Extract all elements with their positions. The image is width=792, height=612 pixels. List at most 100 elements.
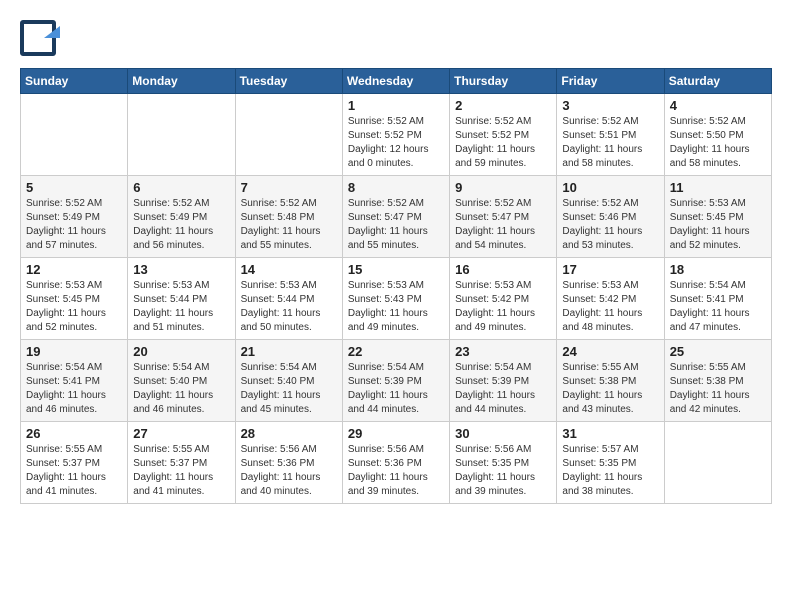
- day-details: Sunrise: 5:52 AMSunset: 5:47 PMDaylight:…: [348, 197, 444, 253]
- calendar-cell: 29 Sunrise: 5:56 AMSunset: 5:36 PMDayligh…: [342, 422, 449, 504]
- calendar-cell: 30Sunrise: 5:56 AMSunset: 5:35 PMDayligh…: [450, 422, 557, 504]
- calendar-cell: [21, 94, 128, 176]
- day-number: 31: [562, 426, 658, 441]
- calendar-cell: 8 Sunrise: 5:52 AMSunset: 5:47 PMDaylight…: [342, 176, 449, 258]
- calendar-week-4: 26Sunrise: 5:55 AMSunset: 5:37 PMDayligh…: [21, 422, 772, 504]
- header-monday: Monday: [128, 69, 235, 94]
- calendar-week-1: 5 Sunrise: 5:52 AMSunset: 5:49 PMDaylight…: [21, 176, 772, 258]
- day-details: Sunrise: 5:54 AMSunset: 5:41 PMDaylight:…: [670, 279, 766, 335]
- day-number: 23: [455, 344, 551, 359]
- header-friday: Friday: [557, 69, 664, 94]
- calendar-cell: 12 Sunrise: 5:53 AMSunset: 5:45 PMDayligh…: [21, 258, 128, 340]
- calendar-cell: 11 Sunrise: 5:53 AMSunset: 5:45 PMDayligh…: [664, 176, 771, 258]
- day-details: Sunrise: 5:53 AMSunset: 5:43 PMDaylight:…: [348, 279, 444, 335]
- calendar-cell: 20 Sunrise: 5:54 AMSunset: 5:40 PMDayligh…: [128, 340, 235, 422]
- day-number: 21: [241, 344, 337, 359]
- day-number: 6: [133, 180, 229, 195]
- calendar-cell: 13 Sunrise: 5:53 AMSunset: 5:44 PMDayligh…: [128, 258, 235, 340]
- calendar-cell: [664, 422, 771, 504]
- day-number: 13: [133, 262, 229, 277]
- day-details: Sunrise: 5:52 AMSunset: 5:52 PMDaylight:…: [348, 115, 444, 171]
- calendar-cell: 7 Sunrise: 5:52 AMSunset: 5:48 PMDaylight…: [235, 176, 342, 258]
- calendar-cell: 18Sunrise: 5:54 AMSunset: 5:41 PMDayligh…: [664, 258, 771, 340]
- day-details: Sunrise: 5:53 AMSunset: 5:45 PMDaylight:…: [26, 279, 122, 335]
- day-details: Sunrise: 5:53 AMSunset: 5:42 PMDaylight:…: [562, 279, 658, 335]
- day-number: 14: [241, 262, 337, 277]
- header-sunday: Sunday: [21, 69, 128, 94]
- day-details: Sunrise: 5:55 AMSunset: 5:38 PMDaylight:…: [562, 361, 658, 417]
- day-number: 4: [670, 98, 766, 113]
- calendar-cell: 10 Sunrise: 5:52 AMSunset: 5:46 PMDayligh…: [557, 176, 664, 258]
- day-number: 12: [26, 262, 122, 277]
- calendar-cell: 15 Sunrise: 5:53 AMSunset: 5:43 PMDayligh…: [342, 258, 449, 340]
- day-details: Sunrise: 5:54 AMSunset: 5:41 PMDaylight:…: [26, 361, 122, 417]
- header-tuesday: Tuesday: [235, 69, 342, 94]
- day-number: 2: [455, 98, 551, 113]
- day-number: 19: [26, 344, 122, 359]
- day-details: Sunrise: 5:52 AMSunset: 5:49 PMDaylight:…: [26, 197, 122, 253]
- calendar-cell: [235, 94, 342, 176]
- day-details: Sunrise: 5:53 AMSunset: 5:44 PMDaylight:…: [241, 279, 337, 335]
- day-details: Sunrise: 5:55 AMSunset: 5:37 PMDaylight:…: [133, 443, 229, 499]
- calendar-week-3: 19 Sunrise: 5:54 AMSunset: 5:41 PMDayligh…: [21, 340, 772, 422]
- calendar-cell: 27 Sunrise: 5:55 AMSunset: 5:37 PMDayligh…: [128, 422, 235, 504]
- calendar-cell: [128, 94, 235, 176]
- day-number: 25: [670, 344, 766, 359]
- day-number: 3: [562, 98, 658, 113]
- day-details: Sunrise: 5:54 AMSunset: 5:39 PMDaylight:…: [348, 361, 444, 417]
- calendar-cell: 22 Sunrise: 5:54 AMSunset: 5:39 PMDayligh…: [342, 340, 449, 422]
- day-number: 5: [26, 180, 122, 195]
- day-details: Sunrise: 5:52 AMSunset: 5:46 PMDaylight:…: [562, 197, 658, 253]
- calendar-cell: 1 Sunrise: 5:52 AMSunset: 5:52 PMDaylight…: [342, 94, 449, 176]
- calendar-cell: 2Sunrise: 5:52 AMSunset: 5:52 PMDaylight…: [450, 94, 557, 176]
- day-details: Sunrise: 5:56 AMSunset: 5:36 PMDaylight:…: [241, 443, 337, 499]
- day-number: 16: [455, 262, 551, 277]
- header-saturday: Saturday: [664, 69, 771, 94]
- day-details: Sunrise: 5:52 AMSunset: 5:49 PMDaylight:…: [133, 197, 229, 253]
- day-number: 11: [670, 180, 766, 195]
- day-details: Sunrise: 5:55 AMSunset: 5:37 PMDaylight:…: [26, 443, 122, 499]
- day-details: Sunrise: 5:52 AMSunset: 5:50 PMDaylight:…: [670, 115, 766, 171]
- calendar-cell: 6 Sunrise: 5:52 AMSunset: 5:49 PMDaylight…: [128, 176, 235, 258]
- day-details: Sunrise: 5:52 AMSunset: 5:51 PMDaylight:…: [562, 115, 658, 171]
- calendar-cell: 5 Sunrise: 5:52 AMSunset: 5:49 PMDaylight…: [21, 176, 128, 258]
- calendar-cell: 26Sunrise: 5:55 AMSunset: 5:37 PMDayligh…: [21, 422, 128, 504]
- day-details: Sunrise: 5:56 AMSunset: 5:36 PMDaylight:…: [348, 443, 444, 499]
- day-details: Sunrise: 5:53 AMSunset: 5:44 PMDaylight:…: [133, 279, 229, 335]
- calendar-cell: 3 Sunrise: 5:52 AMSunset: 5:51 PMDaylight…: [557, 94, 664, 176]
- day-number: 27: [133, 426, 229, 441]
- day-number: 8: [348, 180, 444, 195]
- calendar-cell: 17Sunrise: 5:53 AMSunset: 5:42 PMDayligh…: [557, 258, 664, 340]
- calendar-cell: 19 Sunrise: 5:54 AMSunset: 5:41 PMDayligh…: [21, 340, 128, 422]
- calendar-cell: 21 Sunrise: 5:54 AMSunset: 5:40 PMDayligh…: [235, 340, 342, 422]
- calendar-table: SundayMondayTuesdayWednesdayThursdayFrid…: [20, 68, 772, 504]
- day-number: 15: [348, 262, 444, 277]
- day-number: 10: [562, 180, 658, 195]
- day-number: 29: [348, 426, 444, 441]
- header-thursday: Thursday: [450, 69, 557, 94]
- day-number: 28: [241, 426, 337, 441]
- day-number: 24: [562, 344, 658, 359]
- day-details: Sunrise: 5:53 AMSunset: 5:45 PMDaylight:…: [670, 197, 766, 253]
- calendar-cell: 23 Sunrise: 5:54 AMSunset: 5:39 PMDayligh…: [450, 340, 557, 422]
- calendar-cell: 16Sunrise: 5:53 AMSunset: 5:42 PMDayligh…: [450, 258, 557, 340]
- day-number: 1: [348, 98, 444, 113]
- calendar-cell: 25 Sunrise: 5:55 AMSunset: 5:38 PMDayligh…: [664, 340, 771, 422]
- day-number: 9: [455, 180, 551, 195]
- calendar-cell: 14 Sunrise: 5:53 AMSunset: 5:44 PMDayligh…: [235, 258, 342, 340]
- calendar-cell: 4 Sunrise: 5:52 AMSunset: 5:50 PMDaylight…: [664, 94, 771, 176]
- day-details: Sunrise: 5:52 AMSunset: 5:48 PMDaylight:…: [241, 197, 337, 253]
- day-number: 22: [348, 344, 444, 359]
- day-details: Sunrise: 5:57 AMSunset: 5:35 PMDaylight:…: [562, 443, 658, 499]
- calendar-cell: 9 Sunrise: 5:52 AMSunset: 5:47 PMDaylight…: [450, 176, 557, 258]
- day-details: Sunrise: 5:54 AMSunset: 5:40 PMDaylight:…: [133, 361, 229, 417]
- day-details: Sunrise: 5:54 AMSunset: 5:40 PMDaylight:…: [241, 361, 337, 417]
- day-details: Sunrise: 5:55 AMSunset: 5:38 PMDaylight:…: [670, 361, 766, 417]
- day-details: Sunrise: 5:52 AMSunset: 5:47 PMDaylight:…: [455, 197, 551, 253]
- day-details: Sunrise: 5:54 AMSunset: 5:39 PMDaylight:…: [455, 361, 551, 417]
- day-number: 7: [241, 180, 337, 195]
- logo: [20, 20, 62, 58]
- day-number: 20: [133, 344, 229, 359]
- calendar-cell: 31 Sunrise: 5:57 AMSunset: 5:35 PMDayligh…: [557, 422, 664, 504]
- calendar-header-row: SundayMondayTuesdayWednesdayThursdayFrid…: [21, 69, 772, 94]
